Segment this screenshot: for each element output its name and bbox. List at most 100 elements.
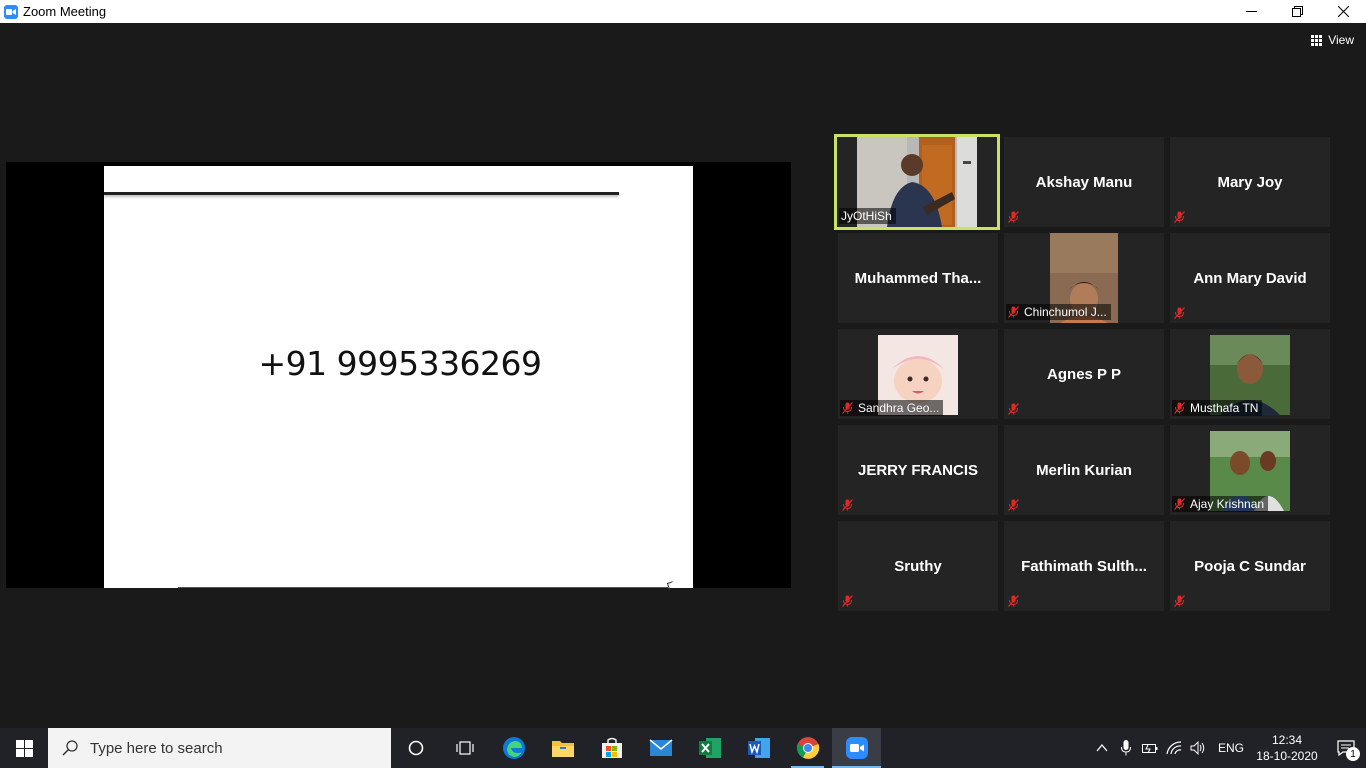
muted-mic-icon [842,499,853,511]
restore-button[interactable] [1274,0,1320,23]
slide-phone-number: +91 9995336269 [258,344,542,383]
participant-tile[interactable]: Ann Mary David [1170,233,1330,323]
mail-taskbar-button[interactable] [636,728,685,768]
input-language-indicator[interactable]: ENG [1218,741,1244,755]
muted-mic-icon [1008,211,1019,223]
notification-count-badge: 1 [1346,747,1360,761]
start-button[interactable] [0,728,48,768]
zoom-app-icon [4,4,18,19]
search-icon [62,740,78,756]
volume-tray-button[interactable] [1186,728,1210,768]
edge-icon [502,737,525,759]
participant-name-label: Ajay Krishnan [1172,496,1269,512]
taskbar: Type here to search ENG 12:34 18-10-2020… [0,728,1366,768]
participant-tile[interactable]: Muhammed Tha... [838,233,998,323]
muted-mic-icon [1174,211,1185,223]
view-label: View [1328,33,1354,47]
participant-name: JyOtHiSh [841,209,892,223]
network-tray-button[interactable] [1162,728,1186,768]
zoom-icon [845,737,868,759]
system-tray: ENG 12:34 18-10-2020 1 [1090,728,1366,768]
meeting-area: View +91 9995336269 JyOtHiSh Akshay Manu… [0,23,1366,728]
participant-tile[interactable]: Sruthy [838,521,998,611]
slide-bottom-line [178,587,668,588]
title-bar: Zoom Meeting [0,0,1366,23]
mail-icon [649,739,672,756]
muted-mic-icon [1008,306,1019,318]
word-taskbar-button[interactable] [734,728,783,768]
participant-name: Merlin Kurian [1036,461,1132,479]
muted-mic-icon [1174,402,1185,414]
word-icon [747,738,770,758]
wifi-icon [1166,741,1182,755]
chevron-up-icon [1096,744,1108,752]
participant-name-label: Musthafa TN [1172,400,1263,416]
excel-taskbar-button[interactable] [685,728,734,768]
folder-icon [551,741,574,757]
muted-mic-icon [1174,498,1185,510]
clock-time: 12:34 [1271,733,1303,747]
participant-name: JERRY FRANCIS [857,461,979,479]
window-title: Zoom Meeting [23,4,107,19]
participant-tile[interactable]: Ajay Krishnan [1170,425,1330,515]
show-hidden-icons-button[interactable] [1090,728,1114,768]
participant-name: Agnes P P [1047,365,1121,383]
battery-icon [1141,744,1158,754]
presentation-slide: +91 9995336269 [104,166,693,591]
minimize-button[interactable] [1228,0,1274,23]
edge-taskbar-button[interactable] [489,728,538,768]
file-explorer-taskbar-button[interactable] [538,728,587,768]
participant-tile[interactable]: Mary Joy [1170,137,1330,227]
participant-name: Ann Mary David [1193,269,1307,287]
participant-name: Akshay Manu [1035,173,1133,191]
muted-mic-icon [842,595,853,607]
excel-icon [698,738,721,758]
grid-icon [1311,34,1323,46]
participant-tile[interactable]: Merlin Kurian [1004,425,1164,515]
chrome-icon [796,737,819,759]
muted-mic-icon [1008,499,1019,511]
muted-mic-icon [1174,307,1185,319]
store-icon [601,737,622,758]
participant-tile[interactable]: JERRY FRANCIS [838,425,998,515]
close-button[interactable] [1320,0,1366,23]
participant-tile[interactable]: Akshay Manu [1004,137,1164,227]
clock-date: 18-10-2020 [1256,749,1318,763]
microphone-tray-button[interactable] [1114,728,1138,768]
chrome-taskbar-button[interactable] [783,728,832,768]
participant-tile[interactable]: Sandhra Geo... [838,329,998,419]
view-button[interactable]: View [1311,33,1354,47]
participant-tile[interactable]: Fathimath Sulth... [1004,521,1164,611]
participant-tile[interactable]: Pooja C Sundar [1170,521,1330,611]
participant-name: Sandhra Geo... [858,401,940,415]
mouse-cursor-icon [666,581,676,591]
participant-name-label: Chinchumol J... [1006,304,1111,320]
muted-mic-icon [1008,403,1019,415]
action-center-button[interactable]: 1 [1326,728,1366,768]
muted-mic-icon [1174,595,1185,607]
participant-tile-jyothish[interactable]: JyOtHiSh [834,134,1000,230]
participant-name: Sruthy [894,557,942,575]
cortana-button[interactable] [391,728,440,768]
participant-name: Fathimath Sulth... [1021,557,1147,575]
search-placeholder: Type here to search [90,739,223,757]
store-taskbar-button[interactable] [587,728,636,768]
participant-name: Mary Joy [1217,173,1283,191]
battery-tray-button[interactable] [1138,728,1162,768]
participant-tile[interactable]: Musthafa TN [1170,329,1330,419]
zoom-taskbar-button[interactable] [832,728,881,768]
participant-tile[interactable]: Chinchumol J... [1004,233,1164,323]
participant-name-label: Sandhra Geo... [840,400,944,416]
shared-screen: +91 9995336269 [6,162,791,591]
cortana-icon [408,740,423,756]
participant-name: Muhammed Tha... [854,269,982,287]
participant-name: Ajay Krishnan [1190,497,1265,511]
task-view-button[interactable] [440,728,489,768]
participant-tile[interactable]: Agnes P P [1004,329,1164,419]
participant-name: Chinchumol J... [1024,305,1107,319]
muted-mic-icon [842,402,853,414]
taskbar-search-box[interactable]: Type here to search [48,728,391,768]
microphone-icon [1120,740,1131,756]
participant-name: Pooja C Sundar [1194,557,1306,575]
taskbar-clock[interactable]: 12:34 18-10-2020 [1256,732,1318,764]
